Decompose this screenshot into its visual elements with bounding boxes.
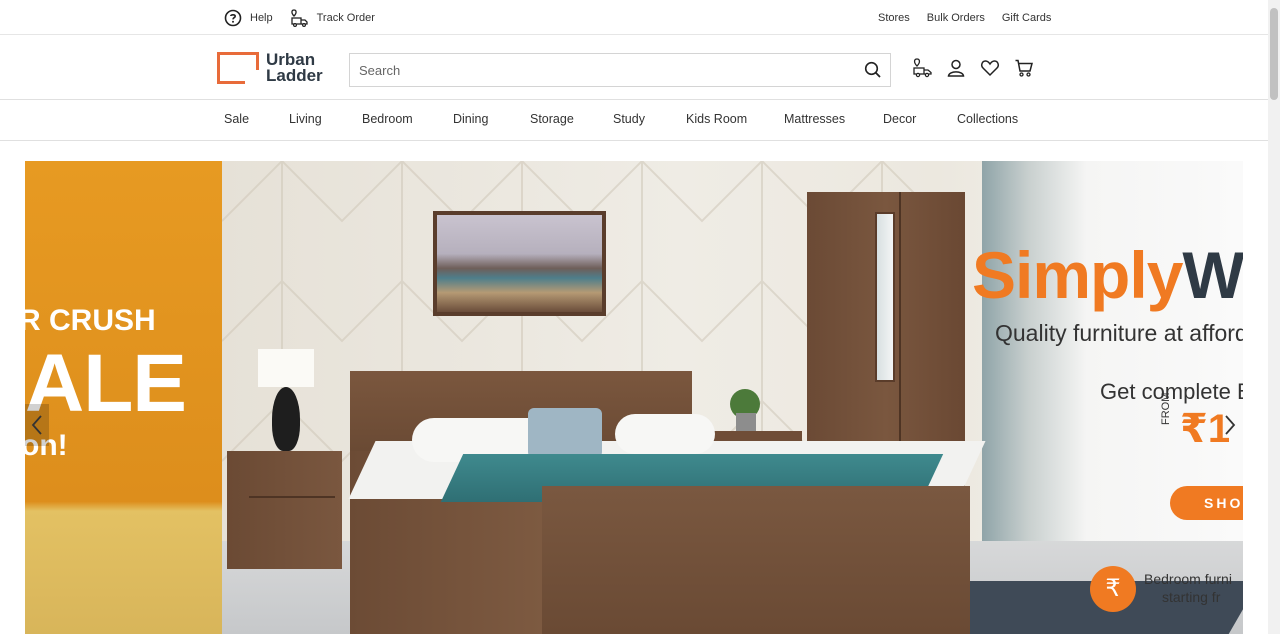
lamp-shade <box>258 349 314 387</box>
hero-banner-carousel[interactable]: R CRUSH ALE on! SimplyW Quality furnitur… <box>25 161 1243 634</box>
stores-link[interactable]: Stores <box>878 12 910 24</box>
help-icon <box>224 9 242 26</box>
search-input[interactable] <box>350 54 850 86</box>
carousel-prev-button[interactable] <box>25 404 49 446</box>
scrollbar-thumb[interactable] <box>1270 8 1278 100</box>
logo-text: Urban Ladder <box>266 51 323 85</box>
search-box <box>349 53 891 87</box>
prev-slide-line1: R CRUSH <box>25 304 156 337</box>
plant-pot <box>736 413 756 431</box>
cushion-patterned <box>528 408 602 458</box>
shop-now-button[interactable]: SHO <box>1170 486 1243 520</box>
delivery-truck-icon[interactable] <box>911 57 933 79</box>
header-icons <box>911 57 1035 79</box>
track-order-icon <box>290 8 308 27</box>
bulk-orders-link[interactable]: Bulk Orders <box>927 12 985 24</box>
category-decor[interactable]: Decor <box>883 112 916 126</box>
category-study[interactable]: Study <box>613 112 645 126</box>
track-order-link[interactable]: Track Order <box>289 8 375 28</box>
promo-brand-part2: W <box>1182 238 1243 312</box>
category-sale[interactable]: Sale <box>224 112 249 126</box>
promo-from-label: FROM <box>1160 392 1172 425</box>
wall-painting <box>433 211 606 316</box>
heart-icon[interactable] <box>979 57 1001 79</box>
category-dining[interactable]: Dining <box>453 112 488 126</box>
top-utility-bar: Help Track Order Stores Bulk Orders Gift… <box>0 0 1268 35</box>
promo-text-block: SimplyW Quality furniture at afford Get … <box>972 161 1243 634</box>
utility-right-group: Stores Bulk Orders Gift Cards <box>878 0 1051 35</box>
main-header: Urban Ladder <box>0 35 1268 100</box>
prev-slide-line2: ALE <box>25 338 187 429</box>
promo-brand-part1: Simply <box>972 238 1183 312</box>
category-living[interactable]: Living <box>289 112 322 126</box>
bed-footboard <box>542 486 970 634</box>
cart-icon[interactable] <box>1013 57 1035 79</box>
lamp-base <box>272 387 300 451</box>
nightstand <box>227 451 342 569</box>
bedroom-scene-image: SimplyW Quality furniture at afford Get … <box>222 161 1243 634</box>
category-bedroom[interactable]: Bedroom <box>362 112 413 126</box>
gift-cards-link[interactable]: Gift Cards <box>1002 12 1052 24</box>
category-nav: Sale Living Bedroom Dining Storage Study… <box>0 100 1268 141</box>
promo-brand-title: SimplyW <box>972 237 1243 313</box>
search-icon[interactable] <box>864 61 882 79</box>
category-kids-room[interactable]: Kids Room <box>686 112 747 126</box>
track-order-label: Track Order <box>316 11 375 24</box>
user-icon[interactable] <box>945 57 967 79</box>
promo-tagline: Quality furniture at afford <box>995 320 1243 346</box>
promo-starting-line: starting fr <box>1162 589 1221 605</box>
category-storage[interactable]: Storage <box>530 112 574 126</box>
urban-ladder-logo[interactable]: Urban Ladder <box>217 51 323 85</box>
utility-left-group: Help Track Order <box>224 0 375 35</box>
help-label: Help <box>250 11 273 24</box>
carousel-next-button[interactable] <box>1218 404 1242 446</box>
pillow-right <box>615 414 715 454</box>
previous-slide-peek: R CRUSH ALE on! <box>25 161 222 634</box>
rupee-badge-icon: ₹ <box>1090 566 1136 612</box>
promo-bedroom-line: Bedroom furni <box>1144 571 1232 587</box>
logo-line2: Ladder <box>266 66 323 85</box>
chevron-left-icon <box>31 415 42 435</box>
category-collections[interactable]: Collections <box>957 112 1018 126</box>
page-scrollbar[interactable] <box>1268 0 1280 634</box>
help-link[interactable]: Help <box>224 9 273 27</box>
category-mattresses[interactable]: Mattresses <box>784 112 845 126</box>
chevron-right-icon <box>1225 415 1236 435</box>
logo-mark-icon <box>217 52 259 84</box>
